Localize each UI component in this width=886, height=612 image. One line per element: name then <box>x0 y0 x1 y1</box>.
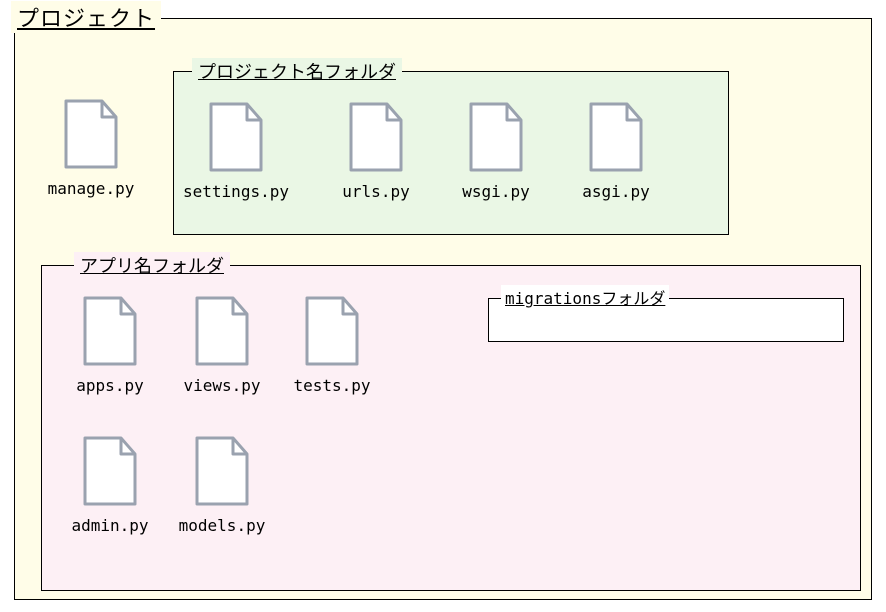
file-icon <box>587 102 645 174</box>
file-views-py: views.py <box>172 296 272 395</box>
project-name-folder: プロジェクト名フォルダ settings.py urls.py wsgi.py … <box>173 71 729 235</box>
file-wsgi-py: wsgi.py <box>446 102 546 201</box>
app-folder: アプリ名フォルダ apps.py views.py tests.py admin… <box>41 265 861 591</box>
file-label: views.py <box>183 376 260 395</box>
file-icon <box>193 436 251 508</box>
file-icon <box>81 436 139 508</box>
migrations-folder: migrationsフォルダ <box>488 298 844 342</box>
file-icon <box>467 102 525 174</box>
file-apps-py: apps.py <box>60 296 160 395</box>
project-container: プロジェクト manage.py プロジェクト名フォルダ settings.py… <box>14 18 872 600</box>
file-label: admin.py <box>71 516 148 535</box>
file-icon <box>347 102 405 174</box>
file-icon <box>207 102 265 174</box>
project-name-folder-title: プロジェクト名フォルダ <box>192 58 402 84</box>
file-label: urls.py <box>342 182 409 201</box>
migrations-folder-title: migrationsフォルダ <box>501 285 669 309</box>
file-label: models.py <box>179 516 266 535</box>
file-urls-py: urls.py <box>326 102 426 201</box>
file-label: settings.py <box>183 182 289 201</box>
project-title: プロジェクト <box>11 1 161 33</box>
app-folder-title: アプリ名フォルダ <box>74 252 230 278</box>
file-tests-py: tests.py <box>282 296 382 395</box>
file-label: apps.py <box>76 376 143 395</box>
file-icon <box>81 296 139 368</box>
file-admin-py: admin.py <box>60 436 160 535</box>
file-label: wsgi.py <box>462 182 529 201</box>
file-settings-py: settings.py <box>186 102 286 201</box>
file-label: manage.py <box>48 179 135 198</box>
file-asgi-py: asgi.py <box>566 102 666 201</box>
file-label: asgi.py <box>582 182 649 201</box>
file-manage-py: manage.py <box>41 99 141 198</box>
file-icon <box>193 296 251 368</box>
file-icon <box>303 296 361 368</box>
file-models-py: models.py <box>172 436 272 535</box>
file-icon <box>62 99 120 171</box>
file-label: tests.py <box>293 376 370 395</box>
